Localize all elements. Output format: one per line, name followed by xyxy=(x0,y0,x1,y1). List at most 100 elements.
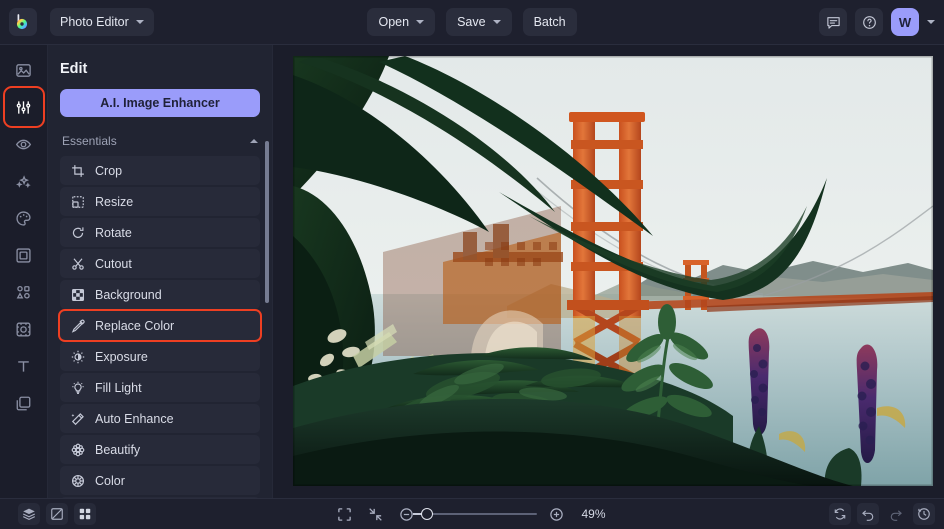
grid-view-button[interactable] xyxy=(74,503,96,525)
lightbulb-icon xyxy=(72,381,84,394)
rotate-icon xyxy=(72,226,84,238)
menu-item-label: Fill Light xyxy=(95,380,142,395)
menu-item-label: Exposure xyxy=(95,349,148,364)
actual-size-button[interactable] xyxy=(365,503,387,525)
reset-button[interactable] xyxy=(829,503,851,525)
chat-bubble-icon xyxy=(826,16,840,29)
tool-rail xyxy=(0,45,48,498)
batch-button[interactable]: Batch xyxy=(522,8,577,36)
zoom-slider[interactable] xyxy=(412,507,537,520)
menu-item-rotate[interactable]: Rotate xyxy=(60,218,260,247)
frame-icon xyxy=(16,247,31,263)
scissors-icon xyxy=(72,257,84,270)
bottom-bar: 49% xyxy=(0,498,944,529)
photo-editor-app: Photo Editor Open Save Batch W Edit A.I.… xyxy=(0,0,944,529)
menu-item-resize[interactable]: Resize xyxy=(60,187,260,216)
question-circle-icon xyxy=(862,15,876,29)
history-button[interactable] xyxy=(913,503,935,525)
rail-item-overlay[interactable] xyxy=(9,314,39,344)
menu-item-crop[interactable]: Crop xyxy=(60,156,260,185)
menu-item-label: Replace Color xyxy=(95,318,175,333)
rail-item-layers[interactable] xyxy=(9,388,39,418)
rail-item-retouch[interactable] xyxy=(9,129,39,159)
zoom-in-icon xyxy=(550,507,563,521)
essentials-label: Essentials xyxy=(62,134,117,148)
page-title: Edit xyxy=(60,61,88,77)
compare-button[interactable] xyxy=(46,503,68,525)
rail-item-adjust[interactable] xyxy=(2,86,45,128)
undo-button[interactable] xyxy=(857,503,879,525)
menu-item-background[interactable]: Background xyxy=(60,280,260,309)
edit-panel: Edit A.I. Image Enhancer Essentials Crop xyxy=(48,45,273,498)
help-button[interactable] xyxy=(855,8,883,36)
save-button[interactable]: Save xyxy=(446,8,512,36)
compare-icon xyxy=(51,508,63,520)
top-right-actions: W xyxy=(819,8,935,36)
image-canvas[interactable] xyxy=(293,56,933,486)
essentials-section-header[interactable]: Essentials xyxy=(60,117,260,156)
top-bar: Photo Editor Open Save Batch W xyxy=(0,0,944,45)
save-button-label: Save xyxy=(457,15,486,29)
resize-icon xyxy=(72,195,84,208)
account-chevron-down-icon[interactable] xyxy=(927,20,935,24)
history-icon xyxy=(918,508,930,520)
boltai-logo[interactable] xyxy=(9,8,37,36)
menu-item-cutout[interactable]: Cutout xyxy=(60,249,260,278)
panel-scrollbar[interactable] xyxy=(265,141,269,303)
menu-item-exposure[interactable]: Exposure xyxy=(60,342,260,371)
text-icon xyxy=(18,360,29,372)
fit-screen-icon xyxy=(338,507,351,521)
menu-item-auto-enhance[interactable]: Auto Enhance xyxy=(60,404,260,433)
undo-icon xyxy=(862,510,874,521)
fit-screen-button[interactable] xyxy=(334,503,356,525)
menu-item-replace-color[interactable]: Replace Color xyxy=(58,309,262,342)
zoom-slider-thumb[interactable] xyxy=(420,507,433,520)
adjust-sliders-icon xyxy=(16,100,31,114)
actual-size-icon xyxy=(369,507,382,521)
reset-icon xyxy=(834,508,846,520)
crop-icon xyxy=(72,164,84,177)
menu-item-fill-light[interactable]: Fill Light xyxy=(60,373,260,402)
menu-item-label: Crop xyxy=(95,163,123,178)
open-button[interactable]: Open xyxy=(367,8,436,36)
rail-item-effects[interactable] xyxy=(9,166,39,196)
history-controls xyxy=(829,503,935,525)
menu-item-label: Auto Enhance xyxy=(95,411,174,426)
canvas-area xyxy=(273,45,944,498)
overlay-icon xyxy=(16,322,31,336)
batch-button-label: Batch xyxy=(533,15,566,29)
bottom-left-tools xyxy=(18,503,96,525)
ai-image-enhancer-button[interactable]: A.I. Image Enhancer xyxy=(60,89,260,117)
eye-retouch-icon xyxy=(15,139,32,149)
rail-item-frame[interactable] xyxy=(9,240,39,270)
layers-icon xyxy=(22,508,36,521)
sparkle-effects-icon xyxy=(16,174,31,188)
app-switcher[interactable]: Photo Editor xyxy=(50,8,154,36)
zoom-controls: 49% xyxy=(0,503,944,525)
zoom-in-button[interactable] xyxy=(546,503,568,525)
rail-item-shapes[interactable] xyxy=(9,277,39,307)
layers-button[interactable] xyxy=(18,503,40,525)
app-switcher-label: Photo Editor xyxy=(60,15,129,29)
magic-wand-icon xyxy=(71,412,84,425)
redo-icon xyxy=(890,510,902,521)
menu-item-beautify[interactable]: Beautify xyxy=(60,435,260,464)
color-wheel-icon xyxy=(71,474,85,487)
menu-item-label: Background xyxy=(95,287,162,302)
menu-item-color[interactable]: Color xyxy=(60,466,260,495)
checkerboard-icon xyxy=(71,288,85,301)
feedback-button[interactable] xyxy=(819,8,847,36)
edited-photo xyxy=(293,56,933,486)
grid-view-icon xyxy=(79,508,91,520)
avatar[interactable]: W xyxy=(891,8,919,36)
rail-item-text[interactable] xyxy=(9,351,39,381)
rail-item-image[interactable] xyxy=(9,55,39,85)
open-button-label: Open xyxy=(378,15,410,29)
essentials-menu: Crop Resize Rotate Cutout Background Rep… xyxy=(58,156,262,498)
chevron-down-icon xyxy=(492,20,501,24)
rail-item-palette[interactable] xyxy=(9,203,39,233)
redo-button[interactable] xyxy=(885,503,907,525)
chevron-up-icon[interactable] xyxy=(250,139,258,143)
chevron-down-icon xyxy=(135,20,144,24)
menu-item-label: Resize xyxy=(95,194,134,209)
